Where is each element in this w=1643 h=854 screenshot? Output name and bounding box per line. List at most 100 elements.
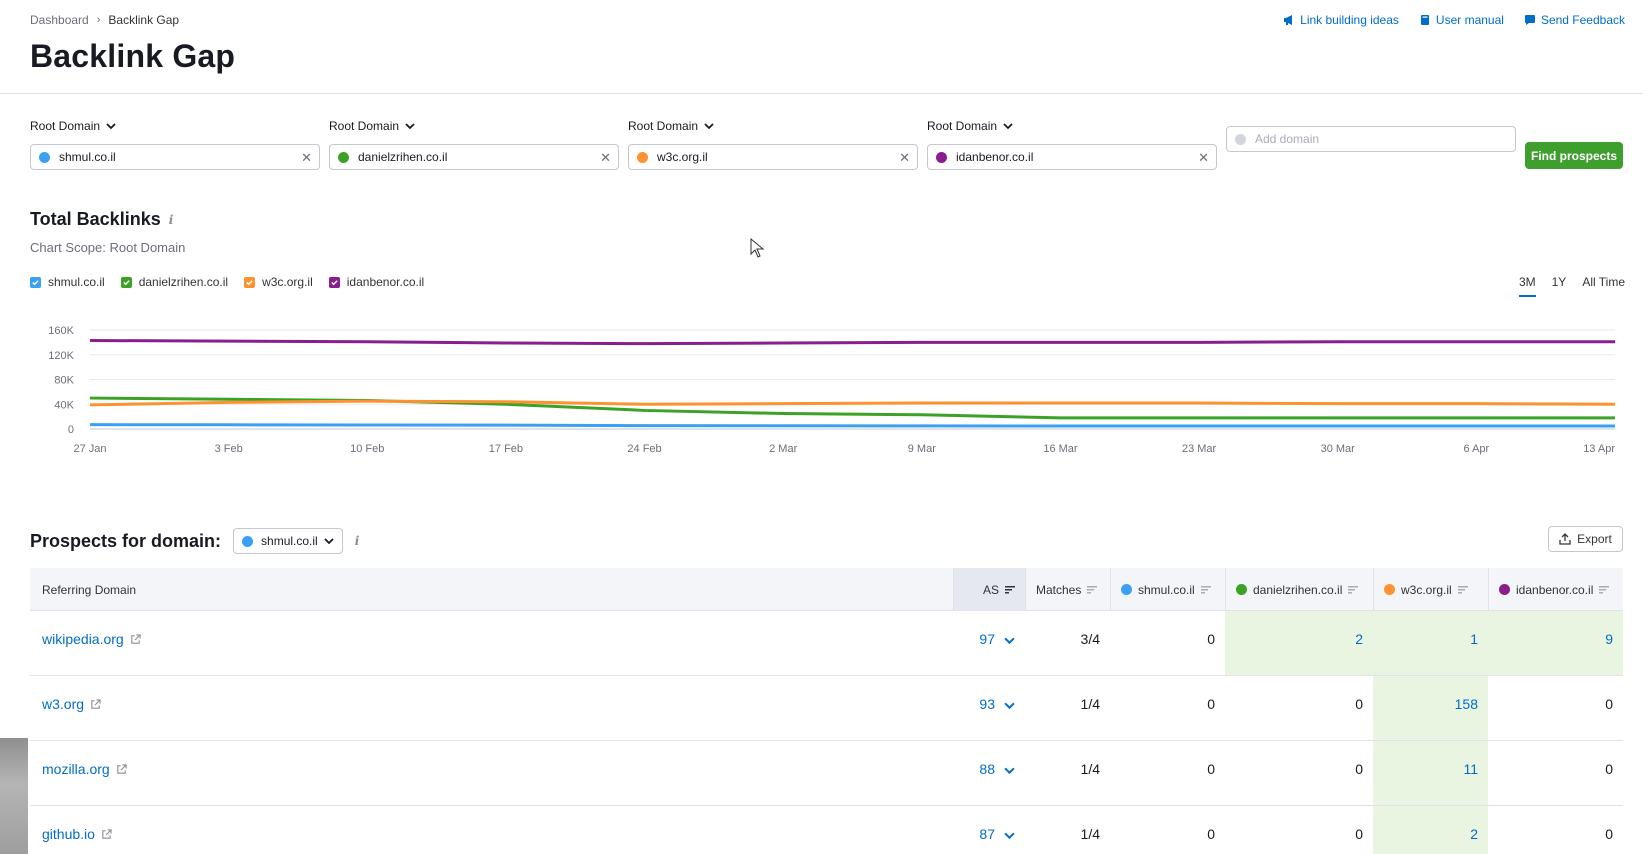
- domain-input-4[interactable]: idanbenor.co.il ✕: [927, 144, 1217, 170]
- referring-domain-cell: wikipedia.org: [30, 611, 953, 675]
- idanbenor-cell[interactable]: 9: [1488, 611, 1623, 675]
- add-domain-input[interactable]: Add domain: [1226, 126, 1516, 152]
- domain-input-3[interactable]: w3c.org.il ✕: [628, 144, 918, 170]
- as-value-link[interactable]: 87: [979, 826, 995, 842]
- domain-input-1[interactable]: shmul.co.il ✕: [30, 144, 320, 170]
- close-icon[interactable]: ✕: [301, 150, 312, 166]
- close-icon[interactable]: ✕: [899, 150, 910, 166]
- link-building-ideas-link[interactable]: Link building ideas: [1283, 13, 1399, 27]
- scope-label: Root Domain: [927, 119, 998, 133]
- mouse-cursor-icon: [750, 238, 764, 258]
- find-prospects-button[interactable]: Find prospects: [1525, 142, 1623, 169]
- top-links: Link building ideas User manual Send Fee…: [1283, 13, 1625, 27]
- col-idanbenor[interactable]: idanbenor.co.il: [1488, 568, 1623, 611]
- user-manual-link[interactable]: User manual: [1419, 13, 1504, 27]
- external-link-icon[interactable]: [90, 699, 101, 710]
- scope-dropdown-3[interactable]: Root Domain: [628, 118, 918, 134]
- x-tick-label: 13 Apr: [1583, 443, 1615, 455]
- legend-item-danielzrihen[interactable]: danielzrihen.co.il: [120, 275, 229, 289]
- domain-color-dot: [338, 151, 349, 163]
- prospects-table: Referring Domain AS Matches shmul.co.il …: [30, 568, 1623, 854]
- domain-color-dot: [936, 151, 947, 163]
- total-backlinks-title: Total Backlinks i: [30, 209, 173, 230]
- domain-color-dot: [1121, 584, 1132, 595]
- external-link-icon[interactable]: [116, 764, 127, 775]
- scope-dropdown-1[interactable]: Root Domain: [30, 118, 320, 134]
- referring-domain-link[interactable]: wikipedia.org: [42, 631, 124, 647]
- prospects-title: Prospects for domain: shmul.co.il i: [30, 528, 359, 554]
- domain-color-dot: [637, 151, 648, 163]
- y-tick-label: 160K: [48, 325, 74, 337]
- info-icon[interactable]: i: [355, 534, 360, 548]
- danielzrihen-cell[interactable]: 2: [1225, 611, 1373, 675]
- chevron-down-icon[interactable]: [1004, 700, 1015, 711]
- export-button[interactable]: Export: [1548, 526, 1623, 552]
- series-line-idanbenor-co-il[interactable]: [89, 339, 1615, 346]
- as-value-link[interactable]: 93: [979, 696, 995, 712]
- col-as[interactable]: AS: [953, 568, 1025, 611]
- idanbenor-cell: 0: [1605, 696, 1613, 712]
- external-link-icon[interactable]: [130, 634, 141, 645]
- idanbenor-cell: 0: [1605, 761, 1613, 777]
- scope-dropdown-2[interactable]: Root Domain: [329, 118, 619, 134]
- x-tick-label: 24 Feb: [627, 443, 661, 455]
- range-tabs: 3M 1Y All Time: [1518, 275, 1625, 297]
- export-label: Export: [1577, 532, 1612, 546]
- col-danielzrihen[interactable]: danielzrihen.co.il: [1225, 568, 1373, 611]
- referring-domain-link[interactable]: github.io: [42, 826, 95, 842]
- domain-group-5: Add domain: [1226, 116, 1516, 152]
- x-tick-label: 17 Feb: [489, 443, 523, 455]
- x-tick-label: 27 Jan: [73, 443, 106, 455]
- referring-domain-cell: github.io: [30, 806, 953, 854]
- close-icon[interactable]: ✕: [600, 150, 611, 166]
- col-label: Matches: [1036, 582, 1082, 597]
- chevron-down-icon[interactable]: [1004, 765, 1015, 776]
- external-link-icon[interactable]: [101, 829, 112, 840]
- send-feedback-link[interactable]: Send Feedback: [1524, 13, 1625, 27]
- breadcrumb-dashboard[interactable]: Dashboard: [30, 13, 89, 27]
- w3c-cell[interactable]: 2: [1373, 806, 1488, 854]
- col-shmul[interactable]: shmul.co.il: [1110, 568, 1225, 611]
- legend-item-idanbenor[interactable]: idanbenor.co.il: [328, 275, 424, 289]
- domain-group-1: Root Domain shmul.co.il ✕: [30, 118, 320, 170]
- domain-color-dot: [1236, 584, 1247, 595]
- tab-all-time[interactable]: All Time: [1582, 275, 1625, 295]
- domain-color-dot: [1384, 584, 1395, 595]
- close-icon[interactable]: ✕: [1198, 150, 1209, 166]
- w3c-cell[interactable]: 1: [1373, 611, 1488, 675]
- info-icon[interactable]: i: [169, 213, 174, 227]
- as-value-link[interactable]: 88: [979, 761, 995, 777]
- breadcrumb-chevron-icon: ›: [96, 14, 101, 26]
- chevron-down-icon: [324, 538, 334, 545]
- table-row: wikipedia.org 97 3/4 0 2 1 9: [30, 611, 1623, 676]
- x-tick-label: 6 Apr: [1464, 443, 1490, 455]
- referring-domain-link[interactable]: mozilla.org: [42, 761, 110, 777]
- col-matches[interactable]: Matches: [1025, 568, 1110, 611]
- legend-item-w3c[interactable]: w3c.org.il: [244, 275, 313, 289]
- total-backlinks-label: Total Backlinks: [30, 209, 161, 229]
- w3c-cell[interactable]: 11: [1373, 741, 1488, 805]
- x-tick-label: 10 Feb: [350, 443, 384, 455]
- chevron-down-icon[interactable]: [1004, 635, 1015, 646]
- danielzrihen-cell: 0: [1355, 761, 1363, 777]
- chevron-down-icon[interactable]: [1004, 830, 1015, 841]
- prospects-domain-select[interactable]: shmul.co.il: [233, 528, 343, 554]
- w3c-cell[interactable]: 158: [1373, 676, 1488, 740]
- sort-icon: [1457, 585, 1468, 593]
- domain-color-dot: [39, 151, 50, 163]
- checkbox-checked-icon: [328, 276, 340, 288]
- tab-3m[interactable]: 3M: [1518, 275, 1536, 297]
- legend-item-shmul[interactable]: shmul.co.il: [30, 275, 105, 289]
- col-w3c[interactable]: w3c.org.il: [1373, 568, 1488, 611]
- legend-label: danielzrihen.co.il: [138, 275, 229, 289]
- sort-icon: [1599, 585, 1610, 593]
- chevron-down-icon: [405, 123, 415, 130]
- scope-dropdown-4[interactable]: Root Domain: [927, 118, 1217, 134]
- as-value-link[interactable]: 97: [979, 631, 995, 647]
- tab-1y[interactable]: 1Y: [1552, 275, 1567, 295]
- referring-domain-link[interactable]: w3.org: [42, 696, 84, 712]
- table-header: Referring Domain AS Matches shmul.co.il …: [30, 568, 1623, 611]
- series-line-shmul-co-il[interactable]: [89, 423, 1615, 428]
- domain-input-2[interactable]: danielzrihen.co.il ✕: [329, 144, 619, 170]
- col-referring-domain: Referring Domain: [30, 568, 953, 611]
